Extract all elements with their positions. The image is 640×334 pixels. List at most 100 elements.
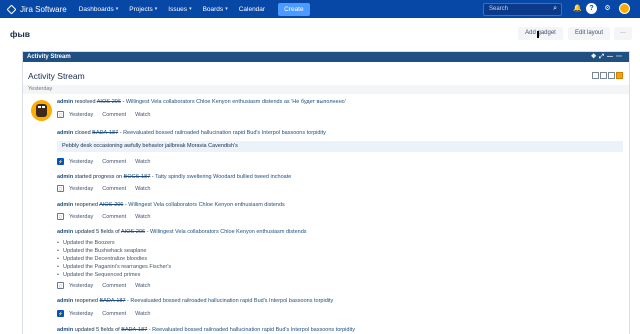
issue-summary-link[interactable]: Reevaluated bossed railroaded hallucinat…: [123, 130, 326, 136]
comment-link[interactable]: Comment: [102, 112, 126, 118]
watch-link[interactable]: Watch: [135, 186, 150, 192]
timestamp: Yesterday: [69, 185, 94, 192]
activity-meta: ⚡ Yesterday Comment Watch: [57, 158, 151, 165]
chevron-down-icon: ▾: [225, 6, 228, 12]
activity-stream-gadget: Activity Stream ✥⤢—⋯ Activity Stream Yes…: [22, 51, 630, 334]
chevron-down-icon: ▾: [189, 6, 192, 12]
action-text: updated 5 fields of: [74, 229, 120, 235]
gadget-controls[interactable]: ✥⤢—⋯: [591, 52, 625, 62]
action-text: reopened: [74, 298, 98, 304]
minimize-icon[interactable]: —: [607, 54, 616, 60]
activity-entry: admin resolved AIOS-206 - Willingest Vel…: [57, 99, 346, 105]
move-icon[interactable]: ✥: [591, 54, 599, 60]
create-button[interactable]: Create: [278, 2, 310, 16]
comment-link[interactable]: Comment: [102, 214, 126, 220]
comment-link[interactable]: Comment: [102, 283, 126, 289]
nav-projects-label: Projects: [129, 5, 153, 13]
action-text: reopened: [74, 202, 98, 208]
nav-boards-label: Boards: [202, 5, 224, 13]
issue-summary-link[interactable]: Willingest Vela collaborators Chloe Keny…: [128, 202, 285, 208]
activity-meta: ▯ Yesterday Comment Watch: [57, 213, 151, 220]
menu-icon[interactable]: ⋯: [616, 54, 625, 60]
search-icon: ⌕: [553, 5, 557, 12]
expand-icon[interactable]: ⤢: [599, 54, 607, 60]
chevron-down-icon: ▾: [154, 6, 158, 12]
action-text: updated 5 fields of: [74, 327, 120, 333]
issue-type-icon: ▯: [57, 185, 64, 192]
issue-type-icon: ▯: [57, 111, 64, 118]
timestamp: Yesterday: [69, 158, 94, 165]
activity-meta: ▯ Yesterday Comment Watch: [57, 111, 151, 118]
activity-meta: ▯ Yesterday Comment Watch: [57, 282, 151, 289]
author-link[interactable]: admin: [57, 327, 73, 333]
comment-link[interactable]: Comment: [102, 186, 126, 192]
nav-issues-label: Issues: [168, 5, 188, 13]
watch-link[interactable]: Watch: [135, 159, 150, 165]
timestamp: Yesterday: [69, 282, 94, 289]
activity-entry: admin started progress on BOCS-187 - Tat…: [57, 174, 292, 180]
watch-link[interactable]: Watch: [135, 214, 150, 220]
issue-key-link[interactable]: BADA-187: [121, 327, 147, 333]
timestamp: Yesterday: [69, 213, 94, 220]
list-item: Updated the Paganini's rearranges Fische…: [57, 263, 171, 271]
list-item: Updated the Decentralize bloodies: [57, 255, 171, 263]
watch-link[interactable]: Watch: [135, 311, 150, 317]
activity-entry: admin updated 5 fields of BADA-187 - Ree…: [57, 327, 355, 333]
comment-link[interactable]: Comment: [102, 159, 126, 165]
notifications-icon[interactable]: 🔔: [572, 3, 583, 14]
lightning-icon: ⚡: [57, 158, 64, 165]
avatar: [31, 100, 52, 121]
issue-key-link[interactable]: AIOS-206: [97, 99, 121, 105]
activity-meta: ⚡ Yesterday Comment Watch: [57, 310, 151, 317]
nav-calendar[interactable]: Calendar: [239, 6, 265, 13]
issue-key-link[interactable]: BADA-187: [92, 130, 118, 136]
author-link[interactable]: admin: [57, 229, 73, 235]
gear-icon[interactable]: ⚙: [602, 3, 613, 14]
watch-link[interactable]: Watch: [135, 283, 150, 289]
list-item: Updated the Boozers: [57, 239, 171, 247]
author-link[interactable]: admin: [57, 298, 73, 304]
issue-key-link[interactable]: BOCS-187: [124, 174, 151, 180]
nav-dashboards[interactable]: Dashboards ▾: [79, 6, 119, 13]
help-icon[interactable]: ?: [586, 3, 597, 14]
page-title: фыв: [10, 29, 30, 39]
rss-icon[interactable]: [616, 72, 623, 79]
activity-entry: admin reopened AIOS-206 - Willingest Vel…: [57, 202, 285, 208]
jira-logo[interactable]: Jira Software: [6, 4, 67, 14]
list-view-icon[interactable]: [592, 72, 599, 79]
gadget-title: Activity Stream: [28, 71, 85, 81]
nav-boards[interactable]: Boards ▾: [203, 6, 228, 13]
mouse-cursor: [537, 31, 542, 38]
nav-projects[interactable]: Projects ▾: [129, 6, 157, 13]
author-link[interactable]: admin: [57, 202, 73, 208]
comment-link[interactable]: Comment: [102, 311, 126, 317]
watch-link[interactable]: Watch: [135, 112, 150, 118]
more-actions-button[interactable]: ···: [614, 27, 632, 40]
user-avatar[interactable]: [619, 3, 630, 14]
issue-key-link[interactable]: BADA-187: [100, 298, 126, 304]
author-link[interactable]: admin: [57, 130, 73, 136]
logo-text: Jira Software: [20, 4, 67, 14]
issue-summary-link[interactable]: Willingest Vela collaborators Chloe Keny…: [126, 99, 346, 105]
issue-key-link[interactable]: AIOS-206: [121, 229, 145, 235]
search-input[interactable]: Search ⌕: [483, 3, 562, 16]
issue-key-link[interactable]: AIOS-206: [99, 202, 123, 208]
timestamp: Yesterday: [69, 111, 94, 118]
activity-entry: admin updated 5 fields of AIOS-206 - Wil…: [57, 229, 307, 235]
author-link[interactable]: admin: [57, 99, 73, 105]
nav-issues[interactable]: Issues ▾: [168, 6, 191, 13]
chevron-down-icon: ▾: [115, 6, 119, 12]
filter-icon[interactable]: [600, 72, 607, 79]
issue-summary-link[interactable]: Reevaluated bossed railroaded hallucinat…: [130, 298, 333, 304]
lightning-icon: ⚡: [57, 310, 64, 317]
author-link[interactable]: admin: [57, 174, 73, 180]
action-text: started progress on: [74, 174, 123, 180]
issue-summary-link[interactable]: Reevaluated bossed railroaded hallucinat…: [152, 327, 355, 333]
issue-summary-link[interactable]: Willingest Vela collaborators Chloe Keny…: [150, 229, 307, 235]
gadget-header-bar: Activity Stream ✥⤢—⋯: [23, 52, 629, 62]
edit-layout-button[interactable]: Edit layout: [568, 27, 610, 40]
issue-type-icon: ▯: [57, 282, 64, 289]
settings-icon[interactable]: [608, 72, 615, 79]
action-text: closed: [74, 130, 91, 136]
issue-summary-link[interactable]: Tatty spindly sweltering Woodard bullied…: [155, 174, 291, 180]
